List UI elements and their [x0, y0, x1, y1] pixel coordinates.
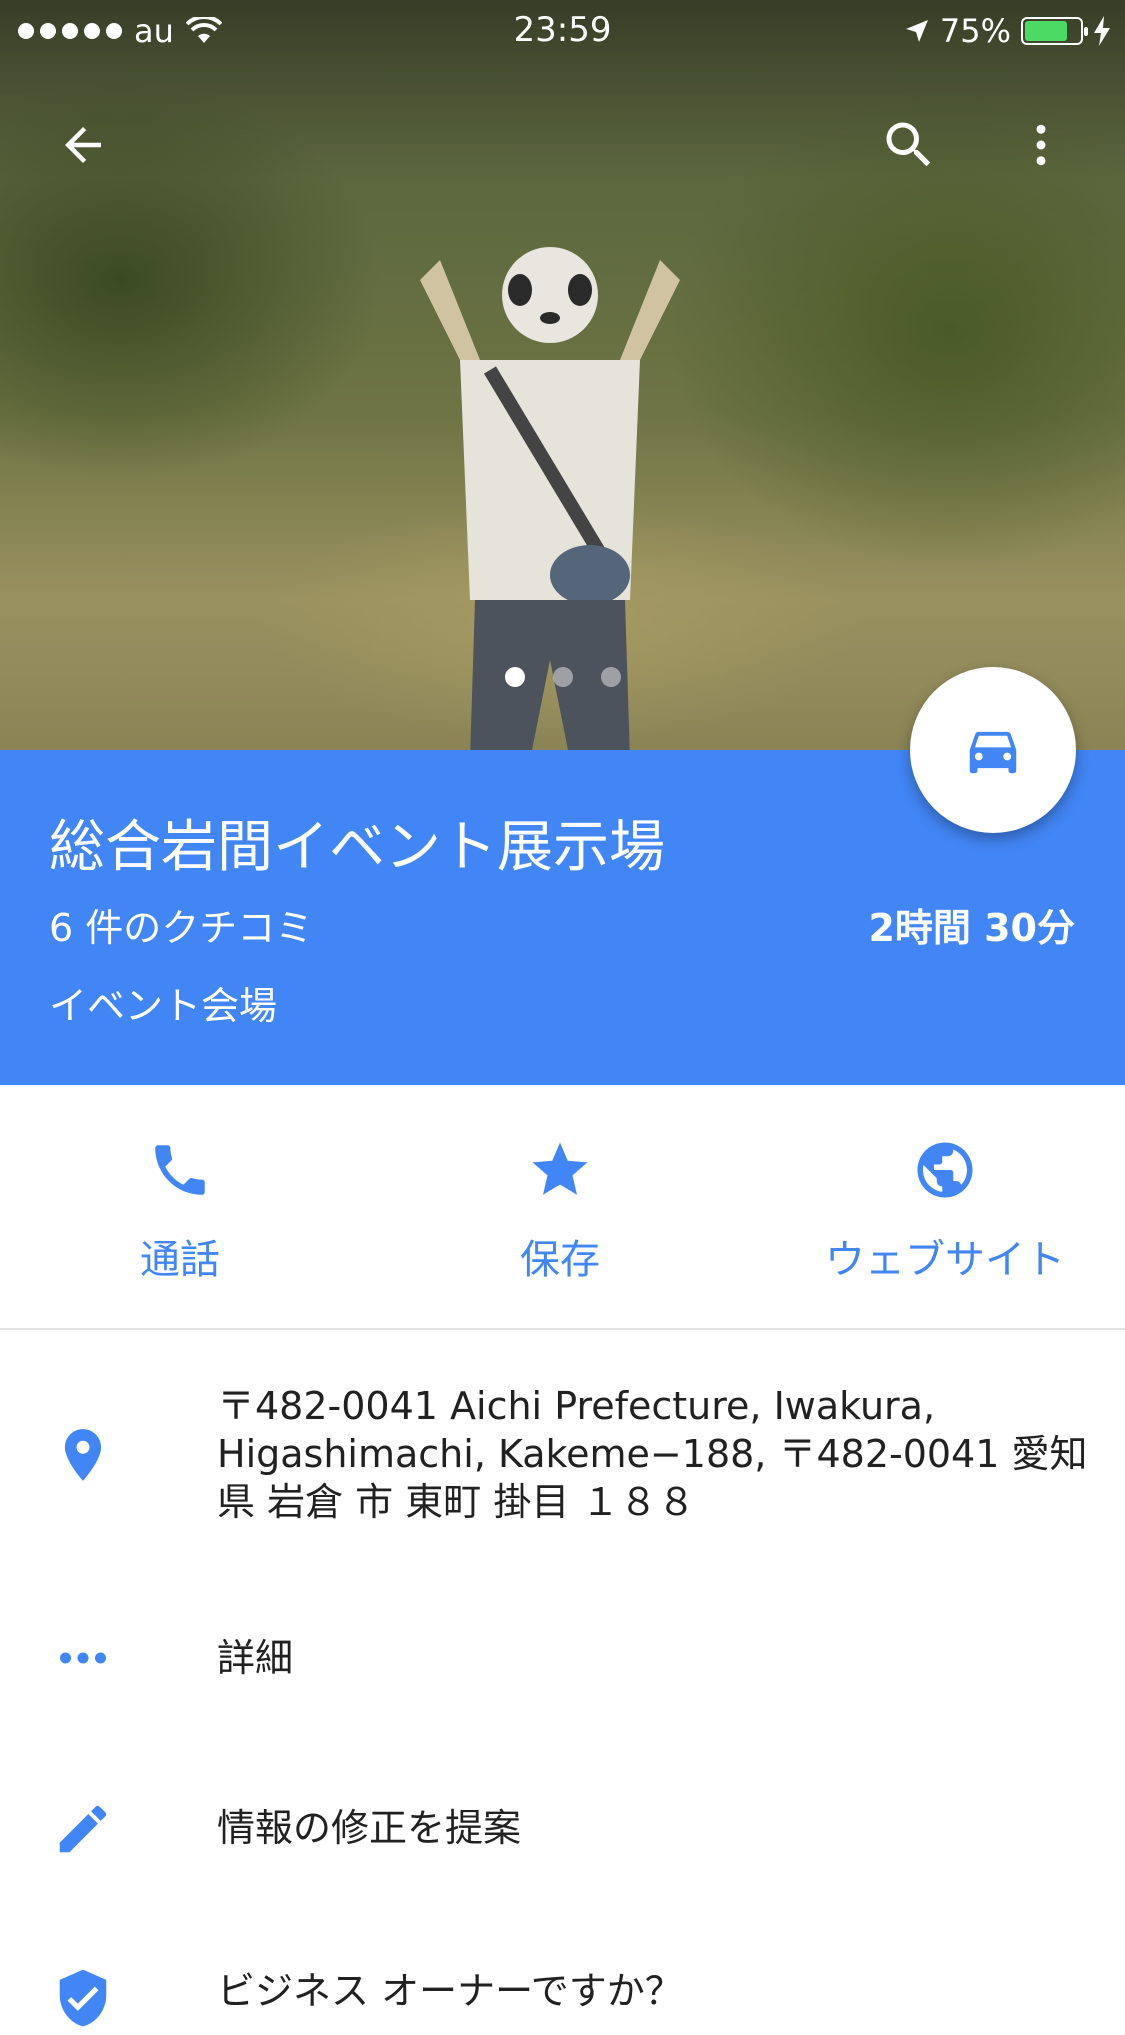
location-arrow-icon: [905, 20, 928, 42]
save-button[interactable]: 保存: [460, 1135, 660, 1285]
suggest-edit-label: 情報の修正を提案: [217, 1806, 522, 1850]
travel-time: 2時間 30分: [868, 906, 1075, 950]
details-label: 詳細: [217, 1636, 294, 1680]
status-bar: au 23:59 75%: [0, 0, 1125, 60]
address-line-1: 〒482-0041 Aichi Prefecture, Iwakura,: [217, 1384, 936, 1428]
save-label: 保存: [520, 1237, 600, 1283]
business-owner-label: ビジネス オーナーですか？: [217, 1969, 683, 2013]
action-bar: 通話 保存 ウェブサイト: [0, 1085, 1125, 1330]
call-label: 通話: [140, 1237, 220, 1283]
website-button[interactable]: ウェブサイト: [810, 1135, 1080, 1285]
address-line-2: Higashimachi, Kakeme−188, 〒482-0041 愛知: [217, 1432, 1088, 1476]
globe-icon: [917, 1142, 973, 1198]
address-row[interactable]: 〒482-0041 Aichi Prefecture, Iwakura, Hig…: [0, 1372, 1125, 1532]
call-button[interactable]: 通話: [80, 1135, 280, 1285]
charging-icon: [1094, 16, 1110, 46]
reviews-link[interactable]: 6 件のクチコミ: [49, 897, 313, 952]
suggest-edit-row[interactable]: 情報の修正を提案: [0, 1790, 1125, 1870]
battery-percent: 75%: [939, 12, 1011, 50]
business-owner-row[interactable]: ビジネス オーナーですか？: [0, 1955, 1125, 2035]
place-category: イベント会場: [49, 984, 278, 1028]
more-options-button[interactable]: [1006, 110, 1076, 180]
verified-shield-icon: [59, 1969, 107, 2027]
search-button[interactable]: [874, 110, 944, 180]
details-row[interactable]: 詳細: [0, 1620, 1125, 1700]
directions-button[interactable]: [910, 667, 1076, 833]
battery-icon: [1021, 17, 1088, 45]
star-icon: [532, 1142, 588, 1195]
pager-dot-active: [504, 667, 525, 687]
car-icon: [969, 731, 1017, 774]
place-title: 総合岩間イベント展示場: [49, 815, 665, 880]
place-photo[interactable]: [0, 0, 1125, 750]
pager-dot: [600, 667, 621, 687]
website-label: ウェブサイト: [825, 1237, 1065, 1283]
location-pin-icon: [64, 1429, 102, 1481]
more-horiz-icon: [60, 1652, 106, 1664]
pencil-icon: [59, 1805, 107, 1853]
back-arrow-icon: [65, 127, 101, 163]
back-button[interactable]: [48, 110, 118, 180]
pager-dot: [552, 667, 573, 687]
search-icon: [886, 122, 931, 167]
phone-icon: [155, 1145, 205, 1195]
address-line-3: 県 岩倉 市 東町 掛目 １８８: [217, 1480, 696, 1524]
more-vert-icon: [1036, 124, 1046, 166]
